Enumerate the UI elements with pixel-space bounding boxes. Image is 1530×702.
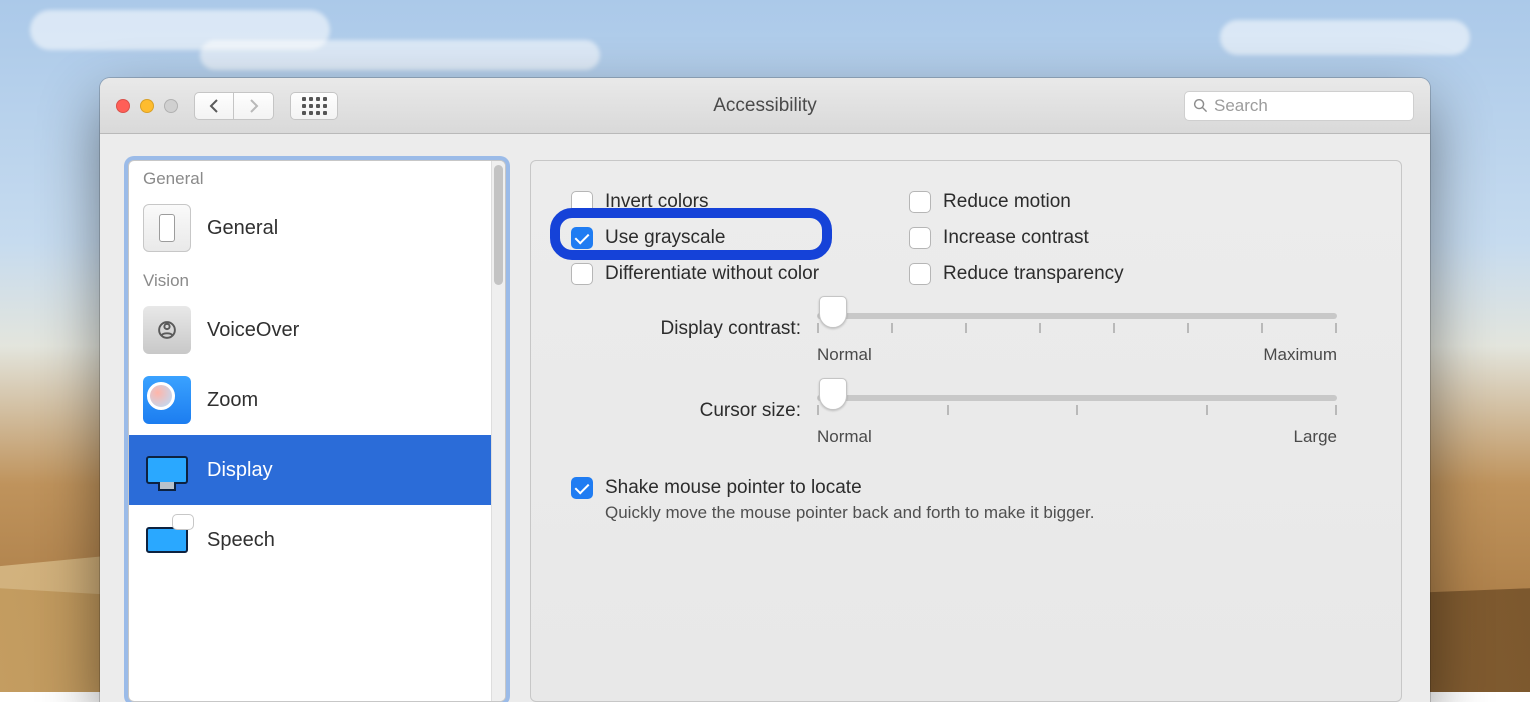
general-icon [143,204,191,252]
search-icon [1193,98,1208,113]
sidebar-item-label: Display [207,459,273,482]
checkbox-label: Use grayscale [605,227,725,249]
back-button[interactable] [194,92,234,120]
window-controls [116,99,178,113]
options-right: Reduce motion Increase contrast Reduce t… [909,191,1124,285]
sidebar-item-display[interactable]: Display [129,435,491,505]
checkbox-label: Reduce motion [943,191,1071,213]
display-icon [143,446,191,494]
checkbox-reduce-motion[interactable]: Reduce motion [909,191,1124,213]
chevron-right-icon [248,99,260,113]
zoom-window-button [164,99,178,113]
sidebar-section-vision: Vision [129,263,491,295]
checkbox-label: Reduce transparency [943,263,1124,285]
sidebar-item-label: VoiceOver [207,319,299,342]
checkbox-label: Invert colors [605,191,708,213]
sidebar: General General Vision VoiceOver Zoom [128,160,506,702]
show-all-button[interactable] [290,92,338,120]
checkbox-use-grayscale[interactable]: Use grayscale [571,227,819,249]
checkbox-icon [909,263,931,285]
forward-button[interactable] [234,92,274,120]
search-field[interactable]: Search [1184,91,1414,121]
scrollbar-thumb[interactable] [494,165,503,285]
sidebar-section-general: General [129,161,491,193]
checkbox-icon [571,191,593,213]
shake-description: Quickly move the mouse pointer back and … [605,503,1094,523]
checkbox-reduce-transparency[interactable]: Reduce transparency [909,263,1124,285]
slider-track-contrast[interactable]: Normal Maximum [817,313,1337,365]
sidebar-scrollbar[interactable] [491,161,505,701]
close-window-button[interactable] [116,99,130,113]
checkbox-differentiate-without-color[interactable]: Differentiate without color [571,263,819,285]
voiceover-icon [143,306,191,354]
zoom-icon [143,376,191,424]
checkbox-icon [571,477,593,499]
slider-label: Display contrast: [571,313,801,340]
speech-icon [143,516,191,564]
checkbox-icon [571,227,593,249]
slider-knob[interactable] [819,378,847,410]
chevron-left-icon [208,99,220,113]
sidebar-item-zoom[interactable]: Zoom [129,365,491,435]
options-left: Invert colors Use grayscale Differentiat… [571,191,819,285]
grid-icon [302,97,327,115]
minimize-window-button[interactable] [140,99,154,113]
sidebar-item-label: Speech [207,529,275,552]
sidebar-item-speech[interactable]: Speech [129,505,491,575]
checkbox-icon [909,191,931,213]
titlebar: Accessibility Search [100,78,1430,134]
sidebar-item-label: Zoom [207,389,258,412]
slider-min-label: Normal [817,345,872,365]
slider-knob[interactable] [819,296,847,328]
slider-min-label: Normal [817,427,872,447]
slider-max-label: Maximum [1263,345,1337,365]
checkbox-invert-colors[interactable]: Invert colors [571,191,819,213]
nav-buttons [194,92,274,120]
sidebar-item-general[interactable]: General [129,193,491,263]
checkbox-label: Differentiate without color [605,263,819,285]
settings-panel: Invert colors Use grayscale Differentiat… [530,160,1402,702]
checkbox-shake-pointer[interactable]: Shake mouse pointer to locate Quickly mo… [571,477,1367,523]
checkbox-increase-contrast[interactable]: Increase contrast [909,227,1124,249]
checkbox-label: Increase contrast [943,227,1089,249]
slider-track-cursor[interactable]: Normal Large [817,395,1337,447]
shake-pointer-section: Shake mouse pointer to locate Quickly mo… [571,477,1367,523]
checkbox-icon [909,227,931,249]
preferences-window: Accessibility Search General General Vis… [100,78,1430,702]
slider-cursor-size: Cursor size: Normal Large [571,395,1367,447]
slider-max-label: Large [1294,427,1337,447]
sidebar-item-voiceover[interactable]: VoiceOver [129,295,491,365]
slider-display-contrast: Display contrast: Normal Maximum [571,313,1367,365]
slider-label: Cursor size: [571,395,801,422]
sidebar-item-label: General [207,217,278,240]
checkbox-label: Shake mouse pointer to locate [605,477,1094,499]
checkbox-icon [571,263,593,285]
search-placeholder: Search [1214,96,1268,116]
